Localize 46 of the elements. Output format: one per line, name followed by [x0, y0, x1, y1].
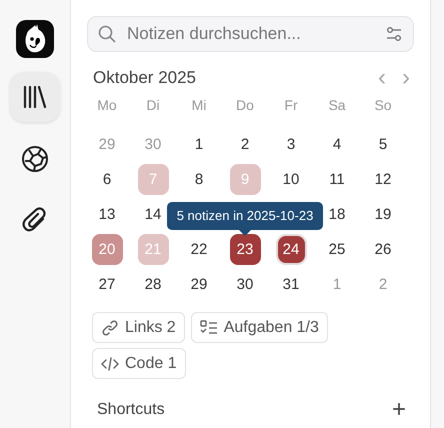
section-title: Shortcuts [97, 401, 165, 419]
filter-icon[interactable] [386, 26, 402, 42]
calendar-day[interactable]: 12 [368, 164, 398, 195]
weekday-label: Mi [190, 96, 208, 115]
weekday-label: Fr [283, 96, 299, 115]
calendar-day[interactable]: 27 [92, 269, 122, 300]
month-title: Oktober 2025 [93, 68, 196, 88]
calendar-day[interactable]: 13 [92, 199, 122, 230]
checklist-icon [200, 320, 218, 336]
weekday-label: Mo [96, 96, 118, 115]
calendar-day[interactable]: 8 [184, 164, 214, 195]
search-field[interactable]: Notizen durchsuchen... [87, 16, 414, 52]
calendar-day[interactable]: 30 [230, 269, 260, 300]
calendar-day[interactable]: 11 [322, 164, 352, 195]
calendar-day[interactable]: 31 [276, 269, 306, 300]
calendar-day[interactable]: 28 [138, 269, 168, 300]
filter-chip[interactable]: Code 1 [92, 348, 186, 379]
tooltip: 5 notizen in 2025-10-23 [166, 202, 324, 236]
search-icon [98, 25, 116, 43]
link-icon [101, 318, 119, 336]
filter-chip[interactable]: Aufgaben 1/3 [190, 312, 328, 343]
calendar-day[interactable]: 1 [184, 129, 214, 160]
calendar-day[interactable]: 19 [368, 199, 398, 230]
calendar-day[interactable]: 2 [230, 129, 260, 160]
weekday-label: Di [145, 96, 161, 115]
calendar-day[interactable]: 23 [230, 234, 260, 265]
calendar-day[interactable]: 14 [138, 199, 168, 230]
calendar-day[interactable]: 22 [184, 234, 214, 265]
weekday-label: Sa [327, 96, 347, 115]
calendar-day[interactable]: 18 [322, 199, 352, 230]
calendar-day[interactable]: 26 [368, 234, 398, 265]
calendar-day[interactable]: 25 [322, 234, 352, 265]
library-icon[interactable] [10, 72, 60, 122]
calendar-day[interactable]: 6 [92, 164, 122, 195]
calendar-day[interactable]: 4 [322, 129, 352, 160]
calendar-day[interactable]: 5 [368, 129, 398, 160]
weekday-label: So [373, 96, 393, 115]
calendar-day[interactable]: 24 [278, 236, 304, 263]
calendar-day[interactable]: 10 [276, 164, 306, 195]
app-logo-icon[interactable] [16, 20, 54, 58]
add-shortcut-button[interactable]: + [392, 399, 406, 421]
calendar-day[interactable]: 3 [276, 129, 306, 160]
weekday-label: Do [235, 96, 255, 115]
filter-chip[interactable]: Links 2 [92, 312, 185, 343]
calendar-day[interactable]: 29 [184, 269, 214, 300]
code-icon [101, 356, 119, 372]
